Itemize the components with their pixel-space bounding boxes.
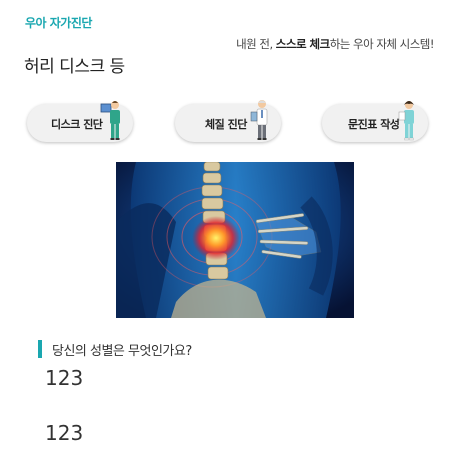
- spine-illustration-image: [116, 162, 354, 318]
- answer-option[interactable]: 123: [45, 421, 83, 445]
- doctor-icon: [100, 101, 120, 140]
- page-title: 허리 디스크 등: [24, 57, 125, 77]
- spine-pain-illustration: [116, 162, 354, 318]
- menu-item-label: 디스크 진단: [51, 118, 103, 131]
- menu-item-label: 문진표 작성: [348, 118, 400, 131]
- brand-label: 우아 자가진단: [25, 16, 92, 30]
- diagnosis-menu: 디스크 진단 체질 진단 문진표 작성: [0, 100, 470, 144]
- menu-item-label: 체질 진단: [205, 118, 247, 131]
- disc-diagnosis-button[interactable]: 디스크 진단: [27, 101, 133, 142]
- answer-option[interactable]: 123: [45, 366, 83, 390]
- doctor-icon: [250, 100, 268, 140]
- question-text: 당신의 성별은 무엇인가요?: [52, 343, 192, 359]
- accent-bar: [38, 340, 42, 358]
- constitution-diagnosis-button[interactable]: 체질 진단: [175, 100, 281, 142]
- question-heading: 당신의 성별은 무엇인가요?: [38, 340, 192, 359]
- questionnaire-button[interactable]: 문진표 작성: [322, 101, 428, 142]
- tagline: 내원 전, 스스로 체크하는 우아 자체 시스템!: [236, 37, 434, 51]
- nurse-icon: [398, 101, 414, 141]
